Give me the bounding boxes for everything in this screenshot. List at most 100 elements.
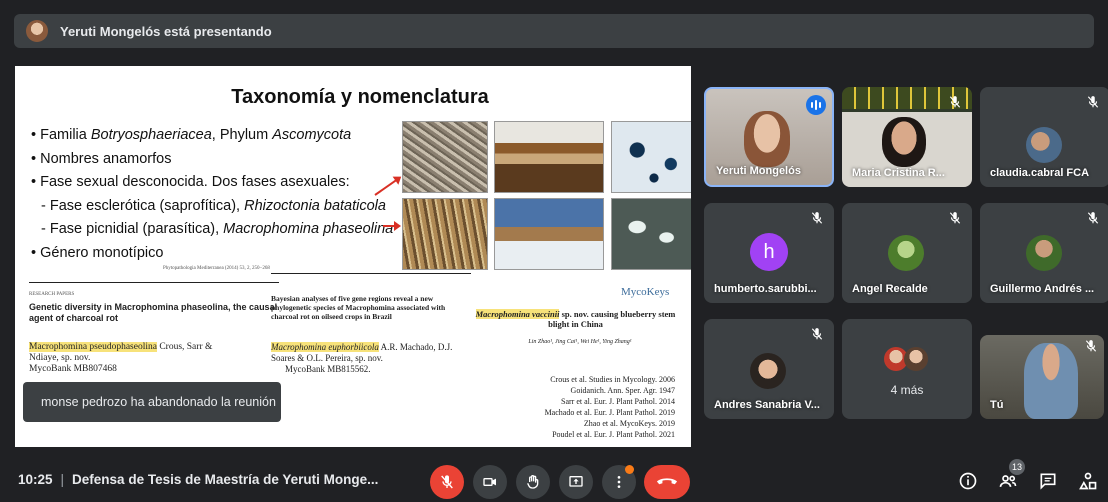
self-video: [1024, 343, 1078, 419]
raise-hand-button[interactable]: [516, 465, 550, 499]
participant-video: [744, 111, 790, 167]
camera-toggle-button[interactable]: [473, 465, 507, 499]
mic-off-icon: [1085, 340, 1097, 352]
reference-item: Sarr et al. Eur. J. Plant Pathol. 2014: [561, 397, 675, 406]
participant-tile[interactable]: Guillermo Andrés ...: [980, 203, 1108, 303]
paper2-species: Macrophomina euphorbiicola: [271, 342, 379, 352]
participant-avatar: [1026, 235, 1062, 271]
participant-name: claudia.cabral FCA: [990, 167, 1090, 179]
plant-tissue-photo: [402, 198, 488, 270]
paper2-rule: [271, 273, 471, 274]
reference-item: Zhao et al. MycoKeys. 2019: [583, 419, 675, 428]
paper3-title: sp. nov. causing blueberry stem blight i…: [548, 309, 676, 329]
mic-off-icon: [1087, 96, 1099, 108]
reference-item: Machado et al. Eur. J. Plant Pathol. 201…: [544, 408, 675, 417]
slide-title: Taxonomía y nomenclatura: [231, 86, 489, 108]
info-icon: [959, 472, 977, 490]
participant-name: Tú: [990, 399, 1004, 411]
participant-name: Yeruti Mongelós: [716, 165, 801, 177]
paper3-authors: Lin Zhao¹, Jing Cai¹, Wei He¹, Ying Zhan…: [528, 339, 632, 345]
slide-bullets: • Familia Botryosphaeriacea, Phylum Asco…: [31, 124, 393, 265]
paper1-title: Genetic diversity in Macrophomina phaseo…: [29, 302, 278, 323]
participant-tile[interactable]: Yeruti Mongelós: [704, 87, 834, 187]
more-participants-tile[interactable]: 4 más: [842, 319, 972, 419]
paper1-journal: Phytopathologia Mediterranea (2014) 53, …: [163, 266, 270, 271]
participant-avatar: [888, 235, 924, 271]
bullet-subitem: - Fase picnidial (parasítica), Macrophom…: [41, 221, 394, 237]
participant-tile[interactable]: claudia.cabral FCA: [980, 87, 1108, 187]
root-section-photo: [494, 198, 604, 270]
micro-sclerotia-photo: [611, 121, 691, 193]
paper1-rule: [29, 282, 279, 283]
participant-name: Guillermo Andrés ...: [990, 283, 1095, 295]
participant-name: Angel Recalde: [852, 283, 928, 295]
participant-avatar: [750, 353, 786, 389]
leave-call-button[interactable]: [644, 465, 690, 499]
reference-item: Goidanich. Ann. Sper. Agr. 1947: [570, 386, 675, 395]
mic-off-icon: [811, 212, 823, 224]
hang-up-icon: [656, 478, 678, 485]
participant-avatar: h: [750, 233, 788, 271]
speaking-indicator-icon: [806, 95, 826, 115]
stem-section-photo: [494, 121, 604, 193]
participant-video: [882, 117, 926, 167]
meeting-info: 10:25 | Defensa de Tesis de Maestría de Ye…: [18, 472, 378, 487]
participant-name: Maria Cristina R...: [852, 167, 945, 179]
paper1-species: Macrophomina pseudophaseolina: [29, 342, 157, 352]
presenter-text: Yeruti Mongelós está presentando: [60, 23, 272, 39]
red-arrow-lower: [383, 221, 401, 231]
presenter-avatar: [26, 20, 48, 42]
conidia-photo: [611, 198, 691, 270]
participant-tile[interactable]: h humberto.sarubbi...: [704, 203, 834, 303]
meeting-title: Defensa de Tesis de Maestría de Yeruti M…: [72, 472, 379, 487]
clock-time: 10:25: [18, 472, 53, 487]
mic-toggle-button[interactable]: [430, 465, 464, 499]
more-vert-icon: [617, 476, 621, 488]
camera-icon: [483, 478, 496, 486]
paper3-logo: MycoKeys: [621, 286, 670, 298]
paper3-title-block: Macrophomina vaccinii sp. nov. causing b…: [473, 309, 678, 329]
paper1-mycobank: MycoBank MB807468: [29, 364, 117, 374]
participant-name: humberto.sarubbi...: [714, 283, 817, 295]
participant-avatar: [1026, 127, 1062, 163]
notification-dot: [625, 465, 634, 474]
hand-icon: [527, 475, 539, 489]
paper2-species-block: Macrophomina euphorbiicola A.R. Machado,…: [271, 342, 461, 375]
mic-off-icon: [441, 475, 453, 489]
paper1-species-block: Macrophomina pseudophaseolina Crous, Sar…: [29, 342, 229, 375]
more-participants-count: 4 más: [890, 383, 924, 397]
meeting-details-button[interactable]: [956, 469, 980, 493]
bottom-control-bar: 10:25 | Defensa de Tesis de Maestría de Ye…: [0, 458, 1108, 502]
activities-button[interactable]: [1076, 469, 1100, 493]
references: Crous et al. Studies in Mycology. 2006 G…: [545, 374, 675, 440]
participant-name: Andres Sanabria V...: [714, 399, 820, 411]
participant-tile[interactable]: Maria Cristina R...: [842, 87, 972, 187]
people-count-badge: 13: [1009, 459, 1025, 475]
reference-item: Poudel et al. Eur. J. Plant Pathol. 2021: [552, 430, 675, 439]
divider: |: [60, 472, 65, 487]
activities-icon: [1079, 472, 1097, 490]
mic-off-icon: [811, 328, 823, 340]
chat-button[interactable]: [1036, 469, 1060, 493]
paper3-species: Macrophomina vaccinii: [475, 309, 560, 319]
mic-off-icon: [949, 96, 961, 108]
paper2-mycobank: MycoBank MB815562.: [285, 364, 371, 374]
mic-off-icon: [1087, 212, 1099, 224]
mic-off-icon: [949, 212, 961, 224]
presenter-bar: Yeruti Mongelós está presentando: [14, 14, 1094, 48]
bullet-subitem: - Fase esclerótica (saprofítica), Rhizoc…: [41, 197, 386, 214]
paper1-header: RESEARCH PAPERS: [29, 292, 75, 297]
sclerotia-photo: [402, 121, 488, 193]
present-icon: [569, 476, 583, 487]
bullet-item: • Familia Botryosphaeriacea, Phylum Asco…: [31, 127, 352, 143]
participant-tile[interactable]: Andres Sanabria V...: [704, 319, 834, 419]
bullet-item: • Nombres anamorfos: [31, 150, 172, 167]
bullet-item: • Fase sexual desconocida. Dos fases ase…: [31, 174, 350, 190]
bullet-item: • Género monotípico: [31, 244, 164, 261]
present-screen-button[interactable]: [559, 465, 593, 499]
participant-tile[interactable]: Angel Recalde: [842, 203, 972, 303]
self-view-tile[interactable]: Tú: [980, 335, 1104, 419]
chat-icon: [1040, 473, 1056, 490]
paper2-title: Bayesian analyses of five gene regions r…: [271, 294, 446, 321]
reference-item: Crous et al. Studies in Mycology. 2006: [550, 375, 675, 384]
